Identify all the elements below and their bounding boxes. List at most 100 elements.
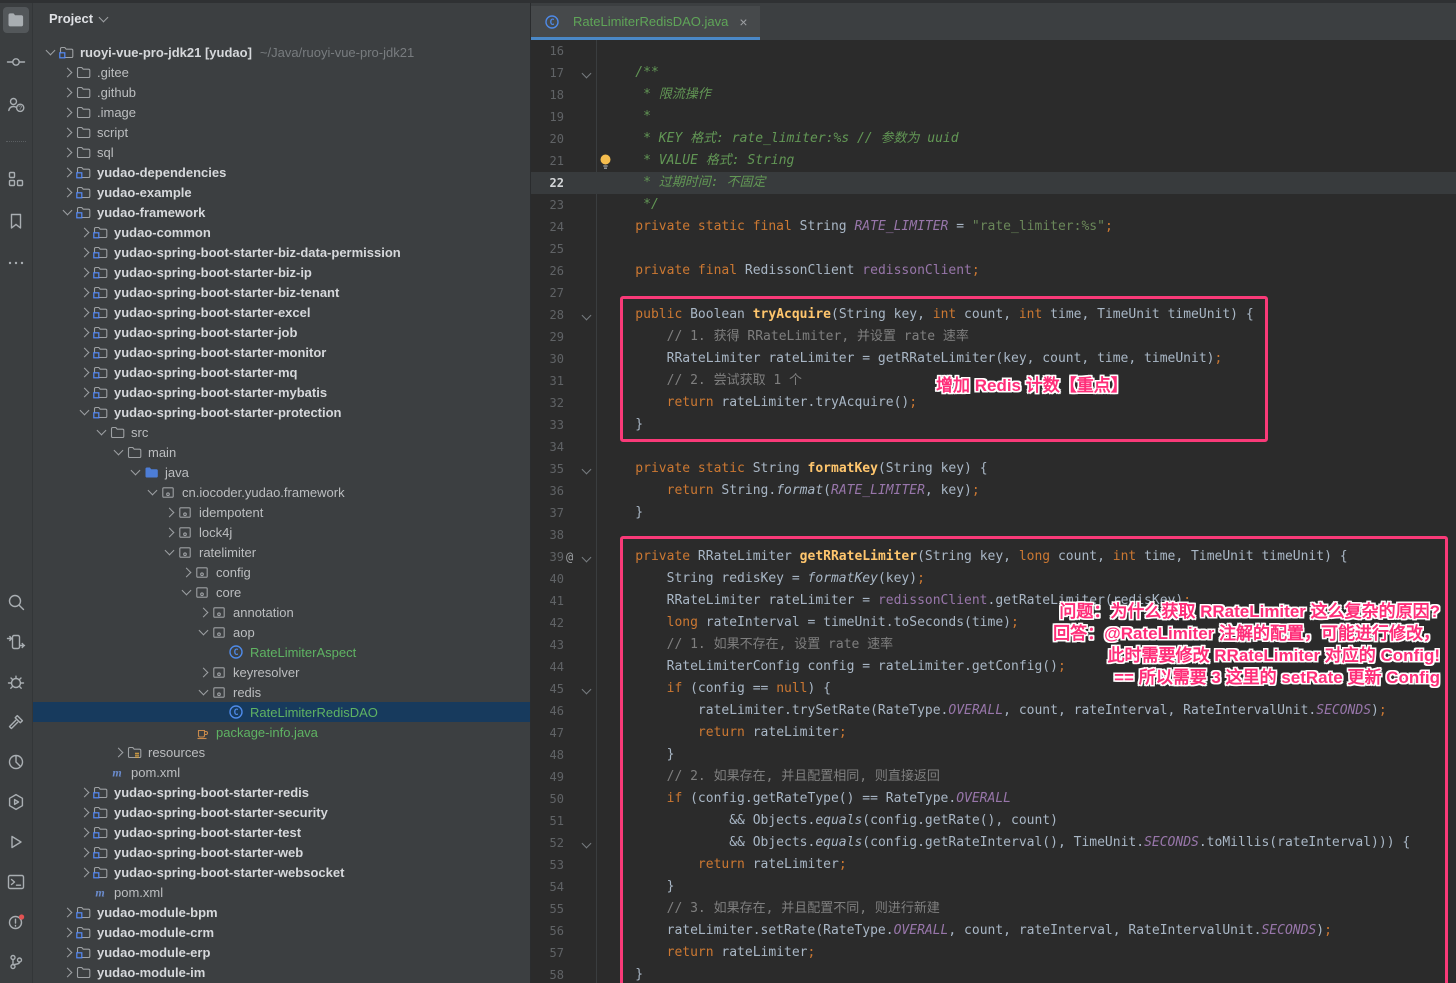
structure-icon[interactable] — [3, 166, 29, 192]
line-number[interactable]: 35 — [530, 458, 564, 480]
tree-item-yudao-module-im[interactable]: yudao-module-im — [33, 962, 530, 982]
close-icon[interactable]: × — [739, 15, 747, 29]
tab-ratelimiterredisdao[interactable]: C RateLimiterRedisDAO.java × — [530, 6, 760, 40]
line-number[interactable]: 42 — [530, 612, 564, 634]
line-number[interactable]: 47 — [530, 722, 564, 744]
code-line-52[interactable]: 52 && Objects.equals(config.getRateInter… — [530, 832, 1456, 854]
tree-chevron-icon[interactable] — [77, 829, 92, 836]
tree-chevron-icon[interactable] — [179, 569, 194, 576]
code-line-51[interactable]: 51 && Objects.equals(config.getRate(), c… — [530, 810, 1456, 832]
tree-item-idempotent[interactable]: idempotent — [33, 502, 530, 522]
tree-chevron-icon[interactable] — [77, 269, 92, 276]
line-number[interactable]: 30 — [530, 348, 564, 370]
tree-chevron-icon[interactable] — [60, 949, 75, 956]
tree-item-yudao-spring-boot-starter-mybatis[interactable]: yudao-spring-boot-starter-mybatis — [33, 382, 530, 402]
tree-chevron-icon[interactable] — [162, 550, 177, 554]
code-line-57[interactable]: 57 return rateLimiter; — [530, 942, 1456, 964]
tree-chevron-icon[interactable] — [60, 929, 75, 936]
line-number[interactable]: 16 — [530, 40, 564, 62]
line-number[interactable]: 44 — [530, 656, 564, 678]
tree-item-script[interactable]: script — [33, 122, 530, 142]
run-anything-icon[interactable] — [3, 629, 29, 655]
tree-chevron-icon[interactable] — [60, 149, 75, 156]
annotation-gutter-icon[interactable]: @ — [566, 546, 573, 568]
line-number[interactable]: 39 — [530, 546, 564, 568]
tree-chevron-icon[interactable] — [77, 369, 92, 376]
tree-chevron-icon[interactable] — [60, 909, 75, 916]
tree-chevron-icon[interactable] — [111, 450, 126, 454]
tree-item-yudao-spring-boot-starter-monitor[interactable]: yudao-spring-boot-starter-monitor — [33, 342, 530, 362]
tree-item-java[interactable]: java — [33, 462, 530, 482]
tree-chevron-icon[interactable] — [60, 89, 75, 96]
line-number[interactable]: 28 — [530, 304, 564, 326]
code-line-47[interactable]: 47 return rateLimiter; — [530, 722, 1456, 744]
tree-chevron-icon[interactable] — [77, 389, 92, 396]
code-line-25[interactable]: 25 — [530, 238, 1456, 260]
code-editor[interactable]: 58 }57 return rateLimiter;56 rateLimiter… — [530, 40, 1456, 983]
tree-item-cn.iocoder.yudao.framework[interactable]: cn.iocoder.yudao.framework — [33, 482, 530, 502]
tree-item-yudao-spring-boot-starter-biz-tenant[interactable]: yudao-spring-boot-starter-biz-tenant — [33, 282, 530, 302]
tree-item-yudao-module-bpm[interactable]: yudao-module-bpm — [33, 902, 530, 922]
tree-item-yudao-spring-boot-starter-job[interactable]: yudao-spring-boot-starter-job — [33, 322, 530, 342]
tree-item-.github[interactable]: .github — [33, 82, 530, 102]
line-number[interactable]: 22 — [530, 172, 564, 194]
line-number[interactable]: 29 — [530, 326, 564, 348]
line-number[interactable]: 41 — [530, 590, 564, 612]
tree-item-main[interactable]: main — [33, 442, 530, 462]
line-number[interactable]: 17 — [530, 62, 564, 84]
terminal-icon[interactable] — [3, 869, 29, 895]
tree-item-yudao-framework[interactable]: yudao-framework — [33, 202, 530, 222]
tree-item-config[interactable]: config — [33, 562, 530, 582]
tree-chevron-icon[interactable] — [77, 349, 92, 356]
line-number[interactable]: 33 — [530, 414, 564, 436]
tree-item-yudao-spring-boot-starter-security[interactable]: yudao-spring-boot-starter-security — [33, 802, 530, 822]
code-line-20[interactable]: 20 * KEY 格式: rate_limiter:%s // 参数为 uuid — [530, 128, 1456, 150]
tree-item-yudao-spring-boot-starter-websocket[interactable]: yudao-spring-boot-starter-websocket — [33, 862, 530, 882]
tree-item-ruoyi-vue-pro-jdk21-yudao-[interactable]: ruoyi-vue-pro-jdk21 [yudao]~/Java/ruoyi-… — [33, 42, 530, 62]
line-number[interactable]: 31 — [530, 370, 564, 392]
code-line-27[interactable]: 27 — [530, 282, 1456, 304]
tree-item-pom.xml[interactable]: mpom.xml — [33, 762, 530, 782]
tree-chevron-icon[interactable] — [77, 229, 92, 236]
tree-item-yudao-spring-boot-starter-protection[interactable]: yudao-spring-boot-starter-protection — [33, 402, 530, 422]
tree-chevron-icon[interactable] — [196, 630, 211, 634]
tree-chevron-icon[interactable] — [60, 129, 75, 136]
fold-chevron-icon[interactable] — [582, 465, 592, 475]
run-icon[interactable] — [3, 829, 29, 855]
services-icon[interactable] — [3, 789, 29, 815]
line-number[interactable]: 26 — [530, 260, 564, 282]
tree-item-core[interactable]: core — [33, 582, 530, 602]
notifications-icon[interactable] — [3, 909, 29, 935]
code-line-50[interactable]: 50 if (config.getRateType() == RateType.… — [530, 788, 1456, 810]
code-line-36[interactable]: 36 return String.format(RATE_LIMITER, ke… — [530, 480, 1456, 502]
line-number[interactable]: 56 — [530, 920, 564, 942]
commit-icon[interactable] — [3, 49, 29, 75]
line-number[interactable]: 23 — [530, 194, 564, 216]
tree-chevron-icon[interactable] — [77, 410, 92, 414]
code-line-49[interactable]: 49 // 2. 如果存在, 并且配置相同, 则直接返回 — [530, 766, 1456, 788]
code-line-37[interactable]: 37 } — [530, 502, 1456, 524]
line-number[interactable]: 49 — [530, 766, 564, 788]
code-line-56[interactable]: 56 rateLimiter.setRate(RateType.OVERALL,… — [530, 920, 1456, 942]
code-line-34[interactable]: 34 — [530, 436, 1456, 458]
line-number[interactable]: 34 — [530, 436, 564, 458]
line-number[interactable]: 21 — [530, 150, 564, 172]
tree-chevron-icon[interactable] — [196, 690, 211, 694]
tree-chevron-icon[interactable] — [77, 289, 92, 296]
code-line-24[interactable]: 24 private static final String RATE_LIMI… — [530, 216, 1456, 238]
fold-chevron-icon[interactable] — [582, 69, 592, 79]
code-line-22[interactable]: 22 * 过期时间: 不固定 — [530, 172, 1456, 194]
tree-item-yudao-spring-boot-starter-mq[interactable]: yudao-spring-boot-starter-mq — [33, 362, 530, 382]
code-line-21[interactable]: 21 * VALUE 格式: String — [530, 150, 1456, 172]
line-number[interactable]: 55 — [530, 898, 564, 920]
code-line-53[interactable]: 53 return rateLimiter; — [530, 854, 1456, 876]
debug-icon[interactable] — [3, 669, 29, 695]
line-number[interactable]: 32 — [530, 392, 564, 414]
code-line-19[interactable]: 19 * — [530, 106, 1456, 128]
line-number[interactable]: 20 — [530, 128, 564, 150]
line-number[interactable]: 52 — [530, 832, 564, 854]
tree-item-annotation[interactable]: annotation — [33, 602, 530, 622]
code-line-18[interactable]: 18 * 限流操作 — [530, 84, 1456, 106]
project-panel-header[interactable]: Project — [49, 11, 107, 26]
line-number[interactable]: 18 — [530, 84, 564, 106]
